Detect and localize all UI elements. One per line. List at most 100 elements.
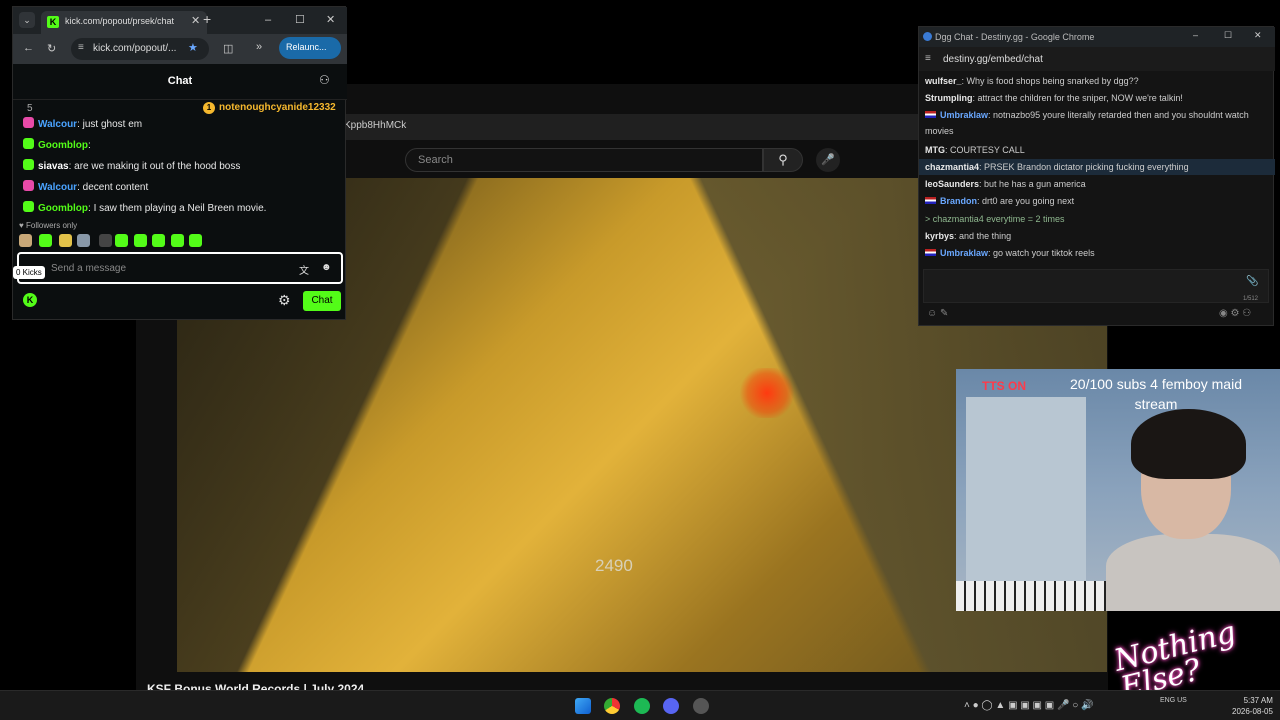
kick-tab-title: kick.com/popout/prsek/chat bbox=[65, 16, 175, 26]
system-tray-icons[interactable]: ˄ ● ◯ ▲ ▣ ▣ ▣ ▣ 🎤 ○ 🔊 bbox=[964, 700, 1094, 711]
dgg-message-text: but he has a gun america bbox=[984, 179, 1086, 190]
microphone-icon[interactable]: 🎤 bbox=[816, 148, 840, 172]
dgg-username[interactable]: wulfser_ bbox=[925, 76, 962, 86]
kick-logo-icon[interactable]: K bbox=[23, 293, 37, 307]
search-icon[interactable]: ⚲ bbox=[763, 148, 803, 172]
emote-icon[interactable] bbox=[189, 234, 202, 247]
emote-icon[interactable] bbox=[19, 234, 32, 247]
dgg-chat-line: Umbraklaw: go watch your tiktok reels bbox=[925, 248, 1095, 258]
tab-search-icon[interactable]: ⌄ bbox=[19, 12, 35, 28]
dgg-chat-line: chazmantia4: PRSEK Brandon dictator pick… bbox=[925, 162, 1189, 172]
chrome-icon[interactable] bbox=[604, 698, 620, 714]
dgg-title-bar: Dgg Chat - Destiny.gg - Google Chrome – … bbox=[919, 27, 1275, 47]
gear-icon[interactable]: ⚙ bbox=[278, 292, 291, 309]
dgg-username[interactable]: MTG bbox=[925, 145, 945, 155]
dgg-favicon-icon bbox=[923, 32, 932, 41]
close-tab-icon[interactable]: ✕ bbox=[191, 14, 200, 27]
chat-message-text: just ghost em bbox=[82, 119, 143, 130]
dgg-window-title: Dgg Chat - Destiny.gg - Google Chrome bbox=[935, 32, 1095, 42]
emote-icon[interactable] bbox=[152, 234, 165, 247]
send-chat-button[interactable]: Chat bbox=[303, 291, 341, 311]
emote-icon[interactable] bbox=[99, 234, 112, 247]
chat-message-input[interactable]: Send a message 文 ☻ bbox=[17, 252, 343, 284]
dgg-username[interactable]: Strumpling bbox=[925, 93, 973, 103]
youtube-search-input[interactable]: Search bbox=[405, 148, 763, 172]
pinned-count: 5 bbox=[27, 103, 33, 114]
followers-only-label: ♥ Followers only bbox=[19, 221, 78, 230]
kick-browser-tab[interactable]: K kick.com/popout/prsek/chat ✕ bbox=[41, 11, 207, 34]
pinned-username[interactable]: notenoughcyanide12332 bbox=[219, 102, 336, 113]
emote-icon[interactable] bbox=[59, 234, 72, 247]
emote-icon[interactable] bbox=[39, 234, 52, 247]
chat-username[interactable]: siavas bbox=[38, 161, 69, 172]
dgg-username[interactable]: chazmantia4 bbox=[925, 162, 979, 172]
discord-icon[interactable] bbox=[663, 698, 679, 714]
reload-icon[interactable]: ↻ bbox=[47, 42, 56, 55]
dgg-username[interactable]: Brandon bbox=[940, 196, 977, 206]
dgg-message-text: attract the children for the sniper, NOW… bbox=[977, 93, 1183, 104]
dgg-message-input[interactable]: 📎 bbox=[923, 269, 1269, 303]
stream-goal-text: 20/100 subs 4 femboy maid stream bbox=[1070, 376, 1242, 412]
new-tab-icon[interactable]: + bbox=[203, 11, 211, 27]
extensions-icon[interactable]: ◫ bbox=[223, 42, 233, 55]
minimize-icon[interactable]: – bbox=[1193, 30, 1198, 40]
dgg-username[interactable]: kyrbys bbox=[925, 231, 954, 241]
windows-start-icon[interactable] bbox=[575, 698, 591, 714]
taskbar-clock[interactable]: 5:37 AM 2026-08-05 bbox=[1232, 695, 1273, 717]
emoji-icon[interactable]: ☻ bbox=[321, 262, 332, 273]
obs-icon[interactable] bbox=[693, 698, 709, 714]
background-door bbox=[966, 397, 1086, 611]
emote-icon[interactable] bbox=[115, 234, 128, 247]
pinned-gift-bar[interactable]: 5 1 notenoughcyanide12332 bbox=[13, 100, 347, 118]
maximize-icon[interactable]: ☐ bbox=[295, 13, 305, 26]
dgg-message-text: drt0 are you going next bbox=[982, 196, 1075, 207]
kick-chat-header: Chat ⚇ bbox=[13, 64, 347, 100]
emote-bar bbox=[19, 234, 219, 248]
user-badge-icon bbox=[23, 201, 34, 212]
emote-menu-icon[interactable]: ☺ ✎ bbox=[927, 308, 948, 319]
windows-taskbar: ˄ ● ◯ ▲ ▣ ▣ ▣ ▣ 🎤 ○ 🔊 ENG US 5:37 AM 202… bbox=[0, 690, 1280, 720]
emote-icon[interactable] bbox=[77, 234, 90, 247]
chat-message: Goomblop: bbox=[23, 138, 91, 151]
flag-icon bbox=[925, 111, 936, 119]
overflow-chevron-icon[interactable]: » bbox=[256, 41, 262, 53]
chat-username[interactable]: Goomblop bbox=[38, 140, 88, 151]
chat-username[interactable]: Walcour bbox=[38, 119, 77, 130]
dgg-message-text: Why is food shops being snarked by dgg?? bbox=[966, 76, 1139, 86]
maximize-icon[interactable]: ☐ bbox=[1224, 30, 1232, 41]
site-info-icon[interactable]: ≡ bbox=[925, 53, 931, 64]
close-window-icon[interactable]: ✕ bbox=[1254, 30, 1262, 41]
user-badge-icon bbox=[23, 117, 34, 128]
dgg-address-bar[interactable]: ≡ destiny.gg/embed/chat bbox=[919, 47, 1275, 71]
attach-icon[interactable]: 📎 bbox=[1246, 276, 1258, 287]
user-badge-icon bbox=[23, 159, 34, 170]
chat-title: Chat bbox=[167, 75, 193, 87]
streamer-hair bbox=[1131, 409, 1246, 479]
kick-tab-strip: ⌄ K kick.com/popout/prsek/chat ✕ + – ☐ ✕ bbox=[13, 7, 347, 34]
spotify-icon[interactable] bbox=[634, 698, 650, 714]
minimize-icon[interactable]: – bbox=[265, 14, 271, 26]
site-info-icon[interactable]: ≡ bbox=[78, 42, 84, 53]
user-settings-icon[interactable]: ⚇ bbox=[319, 73, 330, 87]
kick-url-text: kick.com/popout/... bbox=[93, 43, 177, 54]
back-icon[interactable]: ← bbox=[23, 42, 34, 54]
dgg-username[interactable]: leoSaunders bbox=[925, 179, 979, 189]
dgg-message-text: PRSEK Brandon dictator picking fucking e… bbox=[984, 162, 1189, 172]
emote-icon[interactable] bbox=[171, 234, 184, 247]
settings-icons[interactable]: ◉ ⚙ ⚇ bbox=[1219, 308, 1251, 319]
tts-sign: TTS ON bbox=[982, 379, 1026, 393]
chat-username[interactable]: Walcour bbox=[38, 182, 77, 193]
language-indicator[interactable]: ENG US bbox=[1160, 696, 1187, 706]
game-speed-readout: 2490 bbox=[595, 556, 633, 575]
chat-username[interactable]: Goomblop bbox=[38, 203, 88, 214]
translate-icon[interactable]: 文 bbox=[299, 262, 309, 277]
dgg-chat-line: MTG: COURTESY CALL bbox=[925, 144, 1025, 155]
dgg-username[interactable]: Umbraklaw bbox=[940, 248, 988, 258]
chat-message-text: are we making it out of the hood boss bbox=[74, 161, 241, 172]
relaunch-button[interactable]: Relaunc... bbox=[279, 37, 341, 59]
emote-icon[interactable] bbox=[134, 234, 147, 247]
close-window-icon[interactable]: ✕ bbox=[326, 13, 335, 26]
webcam-overlay: TTS ON 20/100 subs 4 femboy maid stream bbox=[956, 369, 1280, 611]
bookmark-star-icon[interactable]: ★ bbox=[188, 41, 198, 54]
dgg-username[interactable]: Umbraklaw bbox=[940, 110, 988, 120]
